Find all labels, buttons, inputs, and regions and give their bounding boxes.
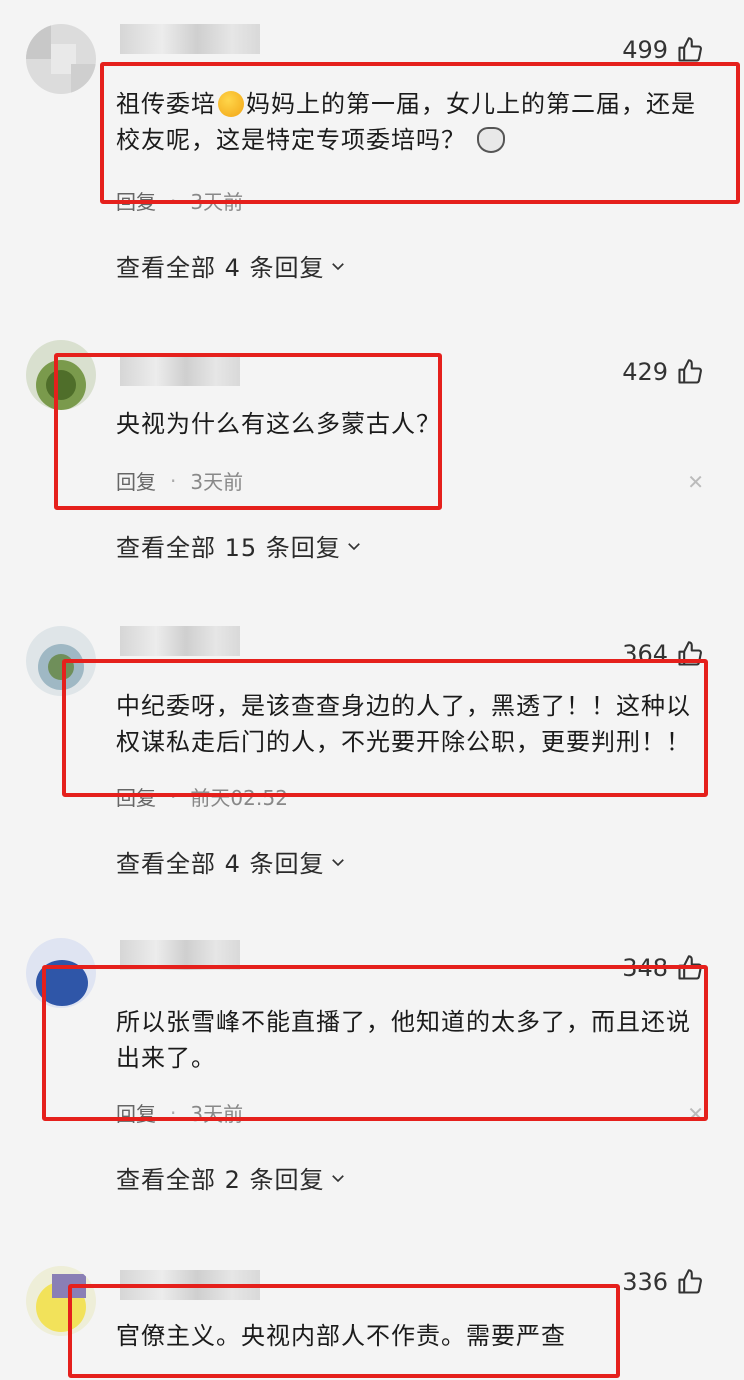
chevron-down-icon <box>331 1174 344 1182</box>
chevron-down-icon <box>331 262 344 270</box>
like-button[interactable]: 336 <box>622 1268 704 1296</box>
thumbs-up-icon <box>678 37 702 62</box>
highlight-box <box>62 659 708 797</box>
highlight-box <box>100 62 740 204</box>
like-button[interactable]: 499 <box>622 36 704 64</box>
like-count: 429 <box>622 358 668 386</box>
thumbs-up-icon <box>678 1269 702 1294</box>
thumbs-up-icon <box>678 359 702 384</box>
view-all-replies-button[interactable]: 查看全部 4 条回复 <box>116 248 347 283</box>
username-blurred[interactable] <box>120 626 240 656</box>
highlight-box <box>68 1284 620 1378</box>
like-count: 499 <box>622 36 668 64</box>
highlight-box <box>54 353 442 510</box>
chevron-down-icon <box>331 858 344 866</box>
avatar[interactable] <box>26 24 96 94</box>
username-blurred[interactable] <box>120 24 260 54</box>
highlight-box <box>42 965 708 1121</box>
chevron-down-icon <box>347 542 360 550</box>
like-count: 336 <box>622 1268 668 1296</box>
like-button[interactable]: 429 <box>622 358 704 386</box>
close-icon[interactable]: ✕ <box>687 470 704 494</box>
view-all-replies-button[interactable]: 查看全部 4 条回复 <box>116 844 347 879</box>
view-all-replies-button[interactable]: 查看全部 2 条回复 <box>116 1160 347 1195</box>
view-all-replies-button[interactable]: 查看全部 15 条回复 <box>116 528 363 563</box>
